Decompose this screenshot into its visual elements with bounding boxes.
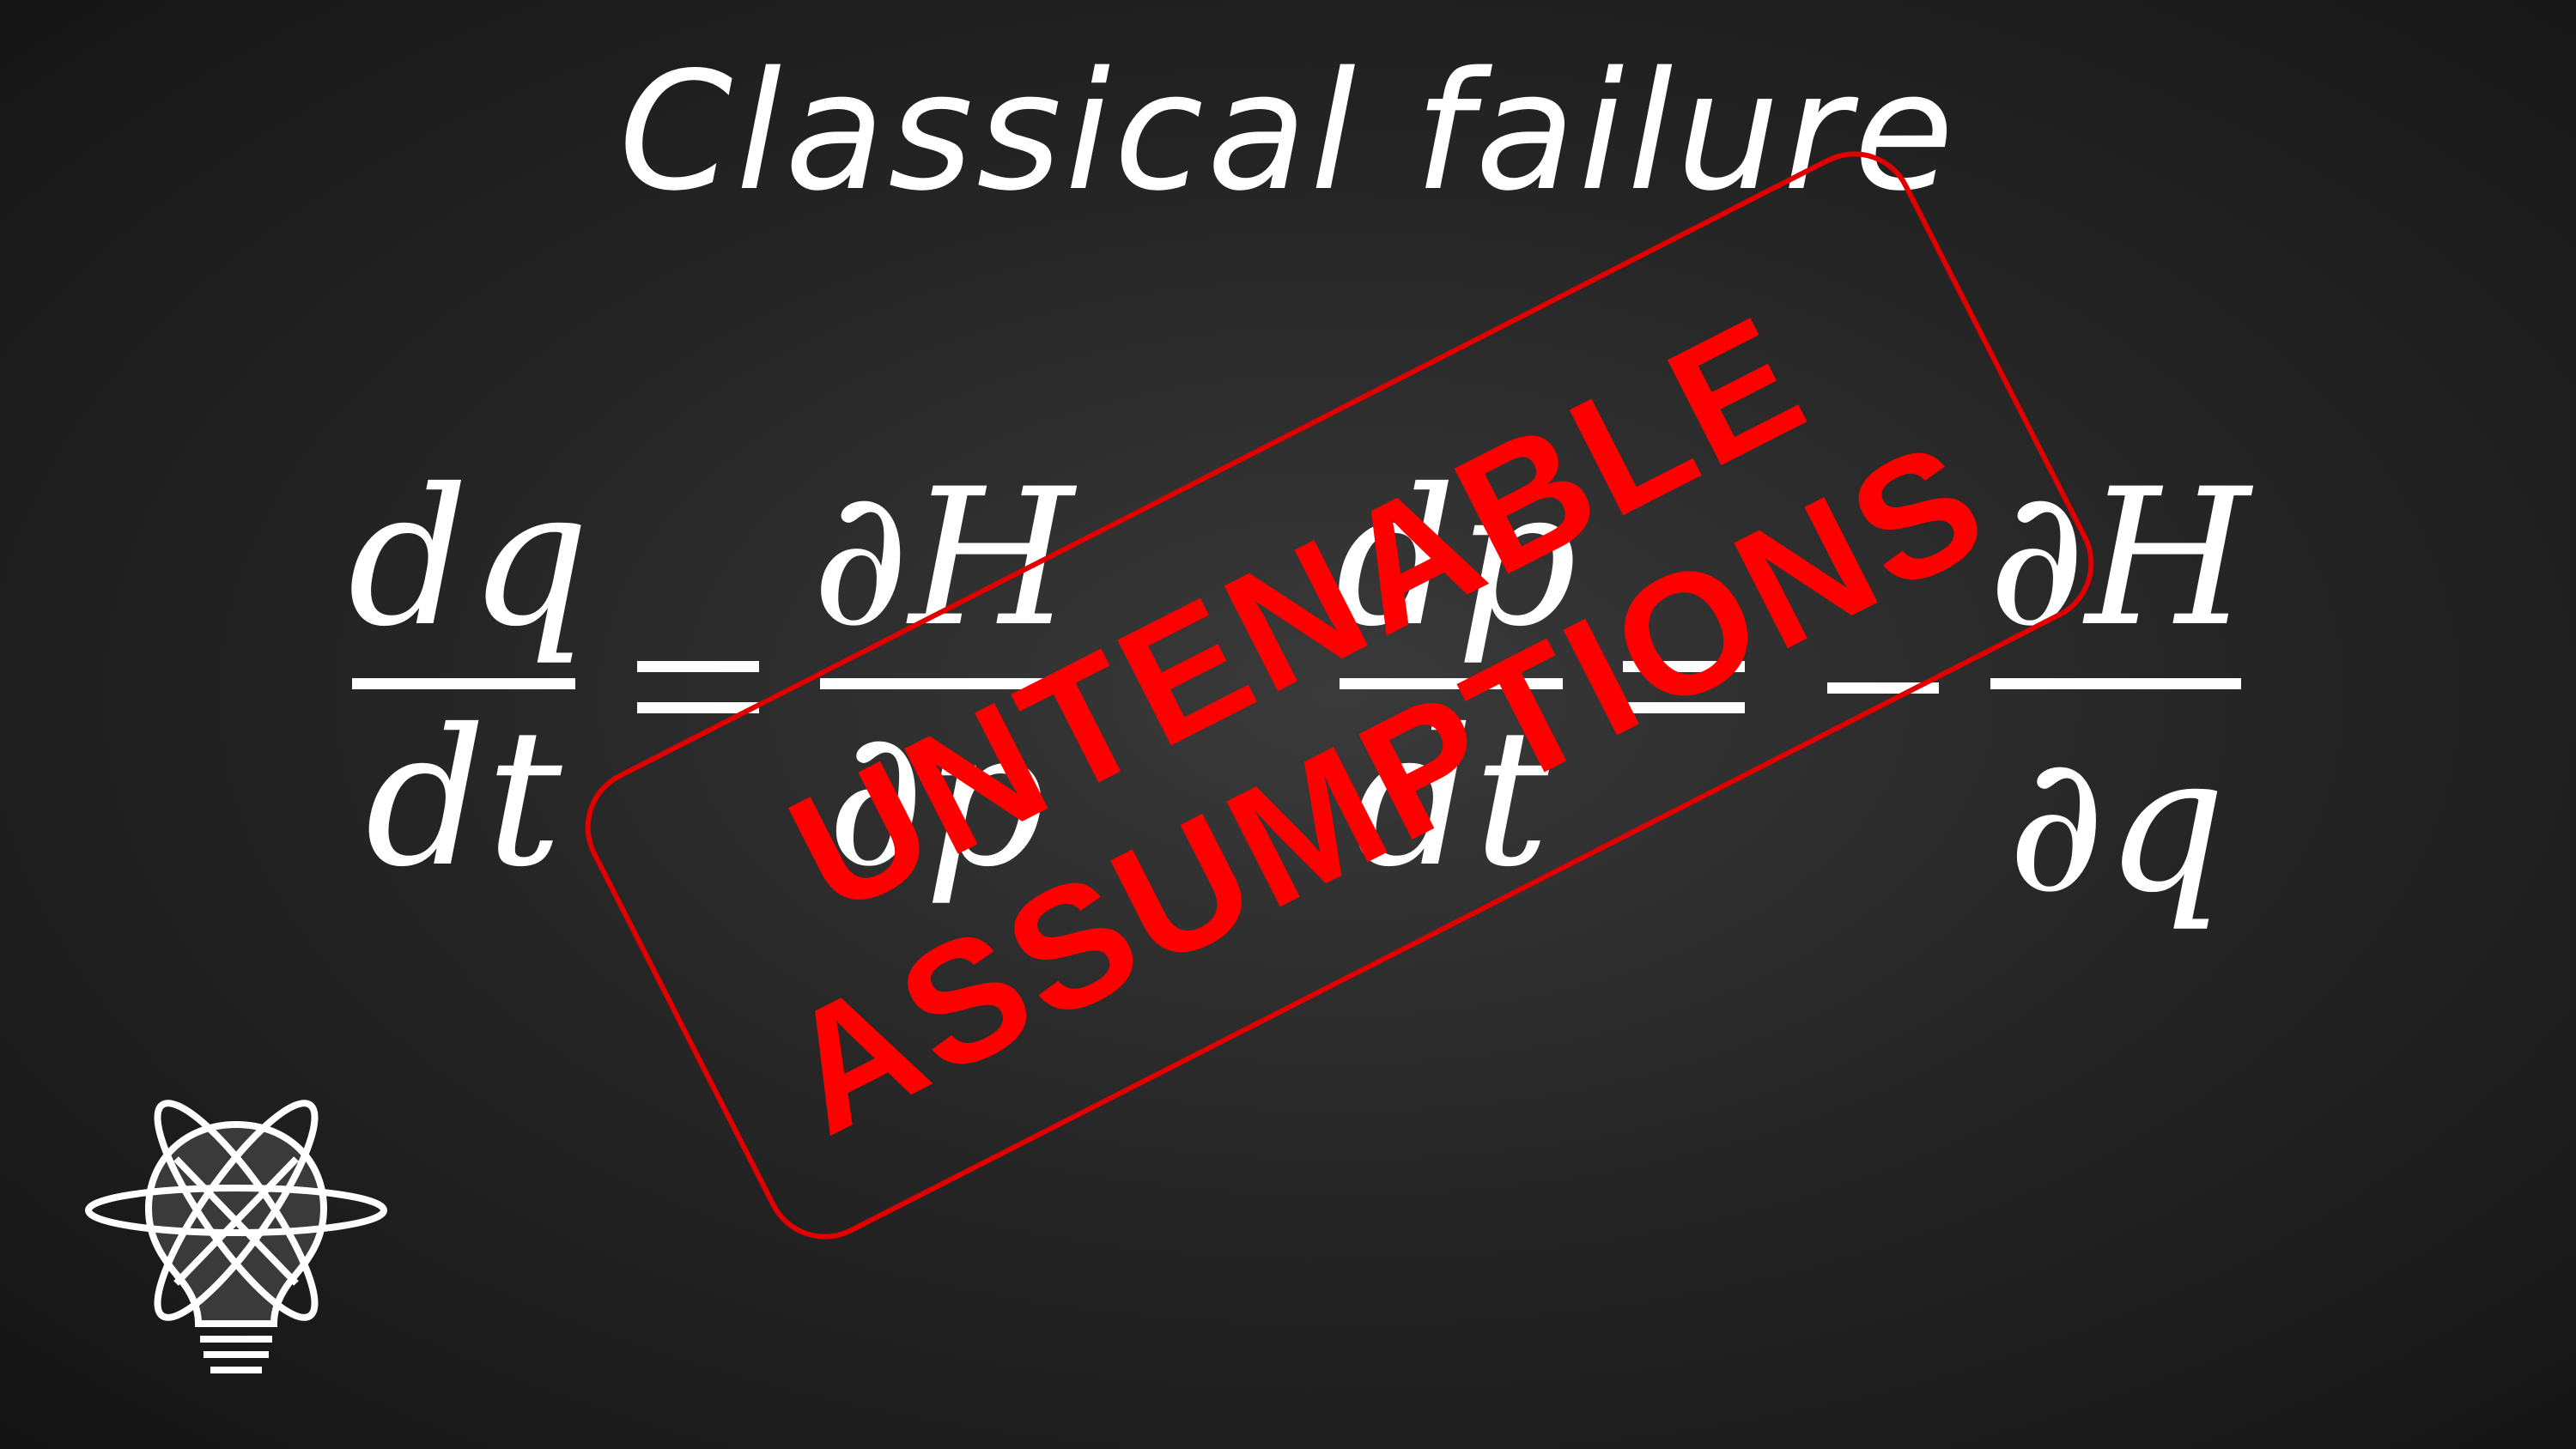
eq-left-denominator: dt [365,688,562,908]
slide: Classical failure dq dt ∂H ∂p dp dt ∂H ∂… [0,0,2576,1449]
untenable-assumptions-stamp: UNTENABLE ASSUMPTIONS [564,130,2115,1260]
eq-right-rhs-denominator: ∂q [2007,714,2227,934]
lightbulb-atom-icon [85,1100,387,1373]
slide-title: Classical failure [618,37,1958,227]
eq-right-rhs-fraction-bar [1990,678,2241,689]
eq-left-numerator: dq [348,448,590,668]
